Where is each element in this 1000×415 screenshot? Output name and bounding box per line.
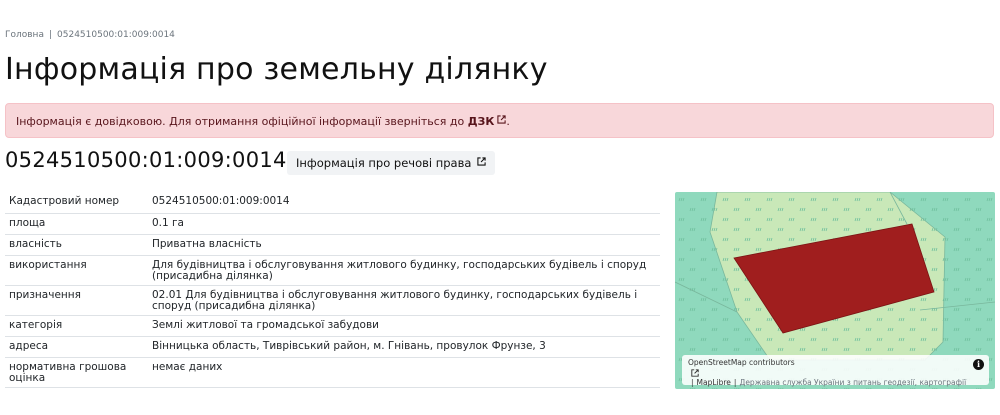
breadcrumb-separator: | (48, 30, 53, 40)
maplibre-link[interactable]: MapLibre (697, 378, 731, 387)
parcel-details-table: Кадастровий номер 0524510500:01:009:0014… (5, 192, 660, 388)
alert-suffix: . (506, 115, 510, 128)
info-alert: Інформація є довідковою. Для отримання о… (5, 103, 994, 138)
breadcrumb-home-link[interactable]: Головна (5, 30, 44, 40)
map-attribution: OpenStreetMap contributors | MapLibre | Держ… (682, 355, 989, 387)
osm-link[interactable]: OpenStreetMap contributors (688, 358, 969, 377)
row-value: 0.1 га (148, 213, 660, 235)
row-label: власність (5, 234, 148, 256)
table-row: Кадастровий номер 0524510500:01:009:0014 (5, 192, 660, 214)
row-label: Кадастровий номер (5, 192, 148, 214)
external-link-icon (497, 115, 506, 124)
breadcrumb-current: 0524510500:01:009:0014 (57, 30, 175, 40)
table-row: адреса Вінницька область, Тиврівський ра… (5, 336, 660, 358)
table-row: категорія Землі житлової та громадської … (5, 315, 660, 337)
row-value: 02.01 Для будівництва і обслуговування ж… (148, 285, 660, 316)
table-row: нормативна грошова оцінка немає даних (5, 357, 660, 388)
attrib-separator: | (691, 378, 694, 387)
table-row: використання Для будівництва і обслугову… (5, 255, 660, 286)
row-label: призначення (5, 285, 148, 316)
property-rights-button[interactable]: Інформація про речові права (287, 151, 496, 175)
page-title: Інформація про земельну ділянку (5, 52, 548, 87)
row-value: немає даних (148, 357, 660, 388)
row-label: використання (5, 255, 148, 286)
row-value: Вінницька область, Тиврівський район, м.… (148, 336, 660, 358)
row-value: Землі житлової та громадської забудови (148, 315, 660, 337)
table-row: площа 0.1 га (5, 213, 660, 235)
property-rights-label: Інформація про речові права (296, 156, 472, 170)
alert-text: Інформація є довідковою. Для отримання о… (16, 115, 465, 128)
table-row: власність Приватна власність (5, 234, 660, 256)
external-link-icon (477, 157, 487, 166)
info-icon[interactable]: i (973, 359, 984, 370)
parcel-cadastral-number: 0524510500:01:009:0014 (5, 148, 287, 172)
osm-label: OpenStreetMap contributors (688, 358, 795, 367)
external-link-icon (691, 369, 699, 377)
row-label: площа (5, 213, 148, 235)
dzk-link[interactable]: ДЗК (468, 115, 507, 128)
dzk-link-label: ДЗК (467, 115, 495, 128)
attrib-separator: | (733, 378, 737, 387)
row-value: Приватна власність (148, 234, 660, 256)
row-label: адреса (5, 336, 148, 358)
table-row: призначення 02.01 Для будівництва і обсл… (5, 285, 660, 316)
breadcrumb: Головна | 0524510500:01:009:0014 (5, 30, 175, 40)
row-value: 0524510500:01:009:0014 (148, 192, 660, 214)
row-value: Для будівництва і обслуговування житлово… (148, 255, 660, 286)
row-label: категорія (5, 315, 148, 337)
parcel-map[interactable]: OpenStreetMap contributors | MapLibre | Держ… (675, 192, 995, 389)
row-label: нормативна грошова оцінка (5, 357, 148, 388)
